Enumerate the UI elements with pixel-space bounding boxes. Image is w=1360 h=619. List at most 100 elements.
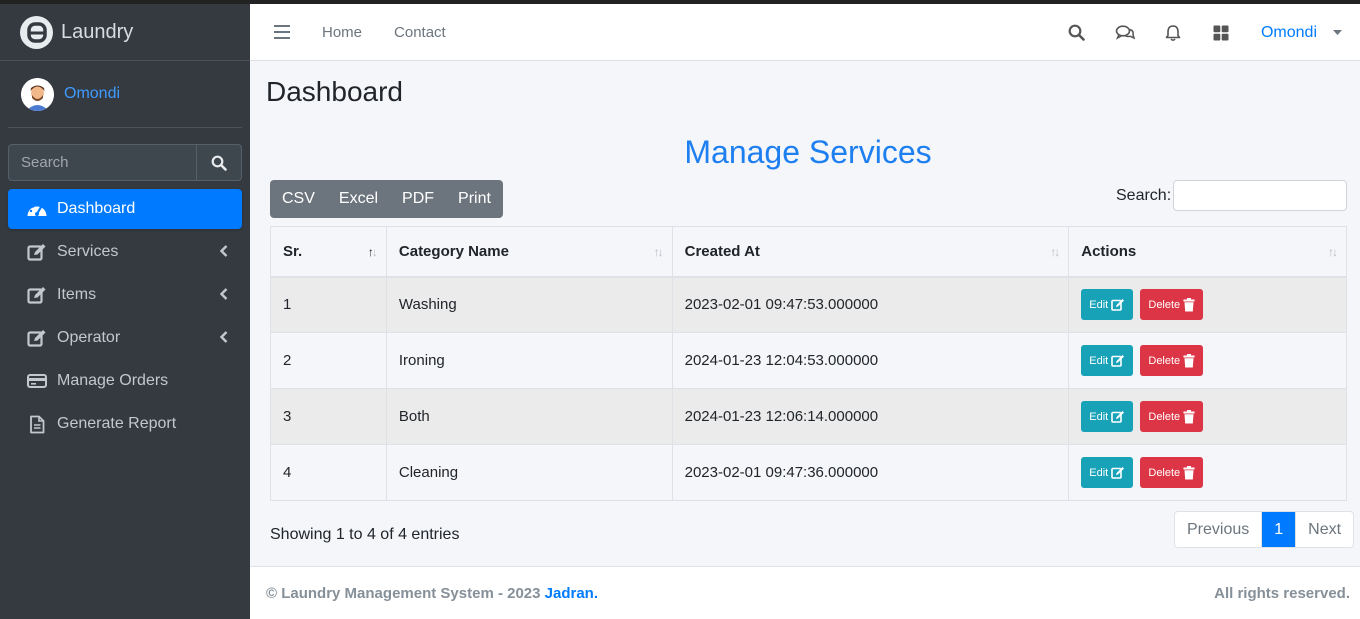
edit-button[interactable]: Edit — [1081, 457, 1134, 488]
chevron-left-icon — [220, 331, 228, 343]
user-panel: Omondi — [8, 61, 242, 128]
excel-button[interactable]: Excel — [327, 180, 390, 218]
top-navbar: Home Contact Omondi — [250, 4, 1360, 61]
delete-button[interactable]: Delete — [1140, 457, 1204, 488]
avatar — [21, 77, 54, 111]
pagination: Previous 1 Next — [1174, 511, 1355, 548]
cell-category: Cleaning — [385, 444, 673, 501]
column-header-created-at[interactable]: Created At ↑↓ — [671, 226, 1070, 278]
edit-icon — [1111, 411, 1125, 423]
sidebar-search-input[interactable]: Search — [8, 144, 196, 181]
chevron-left-icon — [220, 288, 228, 300]
edit-icon — [26, 328, 48, 348]
edit-button[interactable]: Edit — [1081, 289, 1134, 321]
print-button[interactable]: Print — [446, 180, 503, 218]
cell-category: Washing — [385, 276, 673, 333]
table-search-input[interactable] — [1173, 180, 1347, 211]
sidebar-item-label: Services — [57, 243, 119, 260]
edit-button[interactable]: Edit — [1081, 345, 1134, 376]
trash-icon — [1183, 297, 1195, 312]
cell-category: Both — [385, 388, 673, 445]
cell-created-at: 2023-02-01 09:47:36.000000 — [671, 444, 1070, 501]
sidebar: Laundry Omondi Search Dashboard Services… — [0, 4, 250, 619]
footer: © Laundry Management System - 2023 Jadra… — [250, 566, 1360, 619]
sidebar-item-manage-orders[interactable]: Manage Orders — [8, 361, 242, 401]
table-row: 4 Cleaning 2023-02-01 09:47:36.000000 Ed… — [270, 444, 1347, 501]
sidebar-item-label: Operator — [57, 329, 121, 346]
brand-link[interactable]: Laundry — [0, 4, 250, 61]
delete-button[interactable]: Delete — [1140, 345, 1204, 376]
sidebar-search-button[interactable] — [196, 144, 242, 181]
edit-button[interactable]: Edit — [1081, 401, 1134, 432]
chevron-left-icon — [220, 245, 228, 257]
sort-icon: ↑↓ — [1328, 245, 1338, 259]
pdf-button[interactable]: PDF — [390, 180, 446, 218]
cell-actions: Edit Delete — [1068, 332, 1347, 389]
cell-actions: Edit Delete — [1068, 444, 1347, 501]
page-title: Dashboard — [266, 76, 403, 107]
table-row: 3 Both 2024-01-23 12:06:14.000000 Edit D… — [270, 388, 1347, 445]
file-icon — [26, 414, 48, 434]
nav-link-contact[interactable]: Contact — [394, 24, 446, 41]
cell-created-at: 2024-01-23 12:04:53.000000 — [671, 332, 1070, 389]
column-header-category-name[interactable]: Category Name ↑↓ — [385, 226, 673, 278]
pagination-next[interactable]: Next — [1295, 512, 1353, 547]
footer-copyright: © Laundry Management System - 2023 Jadra… — [266, 584, 599, 602]
pagination-previous[interactable]: Previous — [1175, 512, 1261, 547]
sort-icon: ↑↓ — [653, 245, 664, 259]
sidebar-item-generate-report[interactable]: Generate Report — [8, 404, 242, 444]
edit-icon — [1111, 467, 1125, 479]
apps-grid-icon[interactable] — [1211, 23, 1231, 43]
sidebar-item-label: Items — [57, 286, 97, 303]
cell-actions: Edit Delete — [1068, 388, 1347, 445]
edit-icon — [26, 242, 48, 262]
export-button-group: CSV Excel PDF Print — [270, 180, 503, 218]
table-row: 1 Washing 2023-02-01 09:47:53.000000 Edi… — [270, 276, 1347, 333]
sidebar-item-label: Manage Orders — [57, 372, 169, 389]
menu-toggle-icon[interactable] — [274, 25, 290, 39]
cell-created-at: 2024-01-23 12:06:14.000000 — [671, 388, 1070, 445]
cell-created-at: 2023-02-01 09:47:53.000000 — [671, 276, 1070, 333]
sidebar-item-services[interactable]: Services — [8, 232, 242, 272]
edit-icon — [1111, 355, 1125, 367]
csv-button[interactable]: CSV — [270, 180, 327, 218]
search-icon — [211, 155, 227, 171]
nav-link-home[interactable]: Home — [322, 24, 362, 41]
bell-icon[interactable] — [1163, 23, 1183, 43]
cell-actions: Edit Delete — [1068, 276, 1347, 333]
cell-sr: 1 — [270, 276, 387, 333]
sidebar-item-label: Dashboard — [57, 200, 136, 217]
sidebar-search: Search — [8, 144, 242, 181]
sidebar-item-dashboard[interactable]: Dashboard — [8, 189, 242, 229]
user-name-link[interactable]: Omondi — [64, 85, 120, 103]
footer-rights: All rights reserved. — [1214, 584, 1350, 602]
comments-icon[interactable] — [1115, 23, 1135, 43]
caret-down-icon[interactable] — [1333, 29, 1342, 36]
column-header-actions[interactable]: Actions ↑↓ — [1068, 226, 1347, 278]
section-title: Manage Services — [684, 134, 932, 170]
sidebar-item-items[interactable]: Items — [8, 275, 242, 315]
pagination-page-1[interactable]: 1 — [1261, 512, 1296, 547]
edit-icon — [26, 285, 48, 305]
tachometer-icon — [26, 199, 48, 219]
services-table: Sr. ↑↓ Category Name ↑↓ Created At ↑↓ Actio… — [270, 226, 1347, 501]
trash-icon — [1183, 465, 1195, 479]
brand-logo-icon — [20, 15, 53, 49]
sidebar-item-operator[interactable]: Operator — [8, 318, 242, 358]
cell-sr: 2 — [270, 332, 387, 389]
search-icon[interactable] — [1067, 23, 1087, 43]
user-menu-toggle[interactable]: Omondi — [1261, 24, 1317, 42]
cell-sr: 4 — [270, 444, 387, 501]
sidebar-item-label: Generate Report — [57, 415, 177, 432]
window-top-strip — [0, 0, 1360, 4]
trash-icon — [1183, 409, 1195, 423]
delete-button[interactable]: Delete — [1140, 289, 1204, 321]
sidebar-nav: Dashboard Services Items Operator Manage… — [8, 189, 242, 444]
table-row: 2 Ironing 2024-01-23 12:04:53.000000 Edi… — [270, 332, 1347, 389]
footer-brand-link[interactable]: Jadran. — [545, 585, 598, 602]
credit-card-icon — [26, 371, 48, 391]
delete-button[interactable]: Delete — [1140, 401, 1204, 432]
edit-icon — [1111, 299, 1125, 312]
column-header-sr[interactable]: Sr. ↑↓ — [270, 226, 387, 278]
trash-icon — [1183, 353, 1195, 367]
